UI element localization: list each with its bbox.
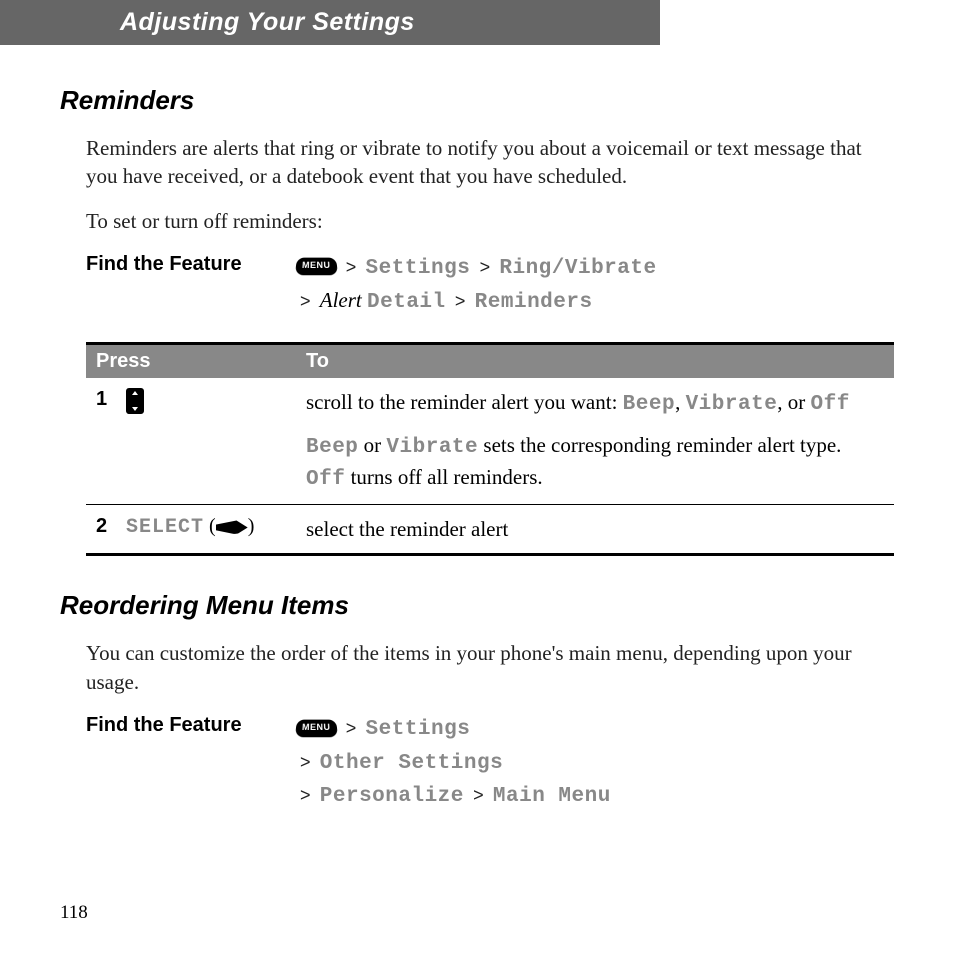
find-feature-reminders: Find the Feature MENU > Settings > Ring/… [86,251,894,318]
row1-para2: Beep or Vibrate sets the corresponding r… [306,431,884,494]
paren-close: ) [248,515,255,537]
option-vibrate: Vibrate [386,436,478,459]
select-key-icon [216,520,248,534]
row1-desc-pre: scroll to the reminder alert you want: [306,390,623,414]
reminders-instruction: To set or turn off reminders: [86,207,894,235]
path-personalize: Personalize [320,785,464,808]
scroll-key-icon [126,388,144,414]
table-row: 1 scroll to the reminder alert you want:… [86,378,894,505]
reminders-table: Press To 1 scroll to the reminder alert … [86,342,894,556]
path-other-settings: Other Settings [320,752,503,775]
breadcrumb-separator: > [346,257,357,277]
col-to: To [296,345,894,378]
reminders-description: Reminders are alerts that ring or vibrat… [86,134,894,191]
breadcrumb-separator: > [300,785,311,805]
breadcrumb-separator: > [300,291,311,311]
option-beep: Beep [306,436,358,459]
page-content: Reminders Reminders are alerts that ring… [0,45,954,813]
sep-or: , or [777,390,810,414]
breadcrumb-separator: > [473,785,484,805]
table-header: Press To [86,345,894,378]
path-detail: Detail [367,291,446,314]
row1-para2-end: turns off all reminders. [345,465,542,489]
path-alert: Alert [320,288,362,312]
page-number: 118 [60,902,88,924]
option-beep: Beep [623,393,675,416]
reorder-description: You can customize the order of the items… [86,639,894,696]
paren-open: ( [204,515,216,537]
find-feature-reorder: Find the Feature MENU > Settings > Other… [86,712,894,813]
breadcrumb-separator: > [480,257,491,277]
option-off: Off [811,393,850,416]
path-reminders: Reminders [475,291,593,314]
option-off: Off [306,468,345,491]
header-title: Adjusting Your Settings [120,8,415,36]
row1-para2-post: sets the corresponding reminder alert ty… [478,433,841,457]
find-feature-path: MENU > Settings > Other Settings > Perso… [296,712,611,813]
menu-key-icon: MENU [295,719,337,736]
sep-or: or [358,433,386,457]
step-press-cell: 2 SELECT () [86,513,296,541]
step-to-cell: scroll to the reminder alert you want: B… [296,386,894,496]
find-feature-label: Find the Feature [86,712,296,737]
select-label: SELECT [126,516,204,539]
section-reorder-heading: Reordering Menu Items [60,590,894,621]
path-main-menu: Main Menu [493,785,611,808]
table-row: 2 SELECT () select the reminder alert [86,505,894,553]
page-header: Adjusting Your Settings [0,0,660,45]
breadcrumb-separator: > [300,752,311,772]
path-settings: Settings [366,718,471,741]
path-ring-vibrate: Ring/Vibrate [499,257,656,280]
menu-key-icon: MENU [295,258,337,275]
section-reminders-heading: Reminders [60,85,894,116]
step-to-cell: select the reminder alert [296,513,894,545]
breadcrumb-separator: > [455,291,466,311]
step-number: 1 [96,388,126,411]
path-settings: Settings [366,257,471,280]
step-press-cell: 1 [86,386,296,416]
select-key-wrap: SELECT () [126,515,254,539]
col-press: Press [86,345,296,378]
find-feature-label: Find the Feature [86,251,296,276]
option-vibrate: Vibrate [686,393,778,416]
breadcrumb-separator: > [346,718,357,738]
find-feature-path: MENU > Settings > Ring/Vibrate > Alert D… [296,251,657,318]
sep: , [675,390,686,414]
step-number: 2 [96,515,126,538]
